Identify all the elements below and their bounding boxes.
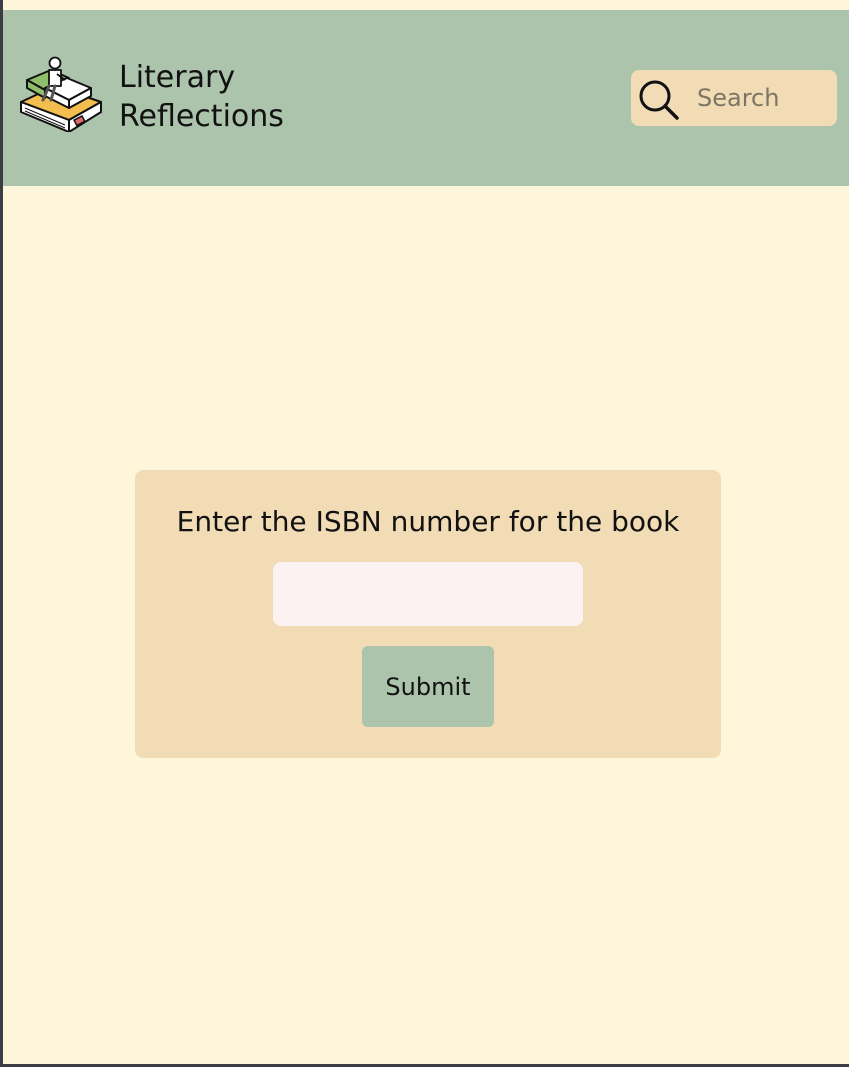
isbn-form-card: Enter the ISBN number for the book Submi… <box>135 470 721 758</box>
site-title[interactable]: Literary Reflections <box>119 58 284 136</box>
site-title-line-2: Reflections <box>119 99 284 134</box>
search-input[interactable] <box>693 78 837 118</box>
site-header: Literary Reflections <box>3 10 849 186</box>
reader-on-books-icon[interactable] <box>17 56 103 132</box>
site-title-line-1: Literary <box>119 60 236 95</box>
isbn-prompt: Enter the ISBN number for the book <box>176 505 680 538</box>
isbn-input[interactable] <box>273 562 583 626</box>
search-icon[interactable] <box>637 77 681 121</box>
search-box[interactable] <box>631 70 837 126</box>
page: Literary Reflections Enter the ISBN numb… <box>3 0 849 1064</box>
submit-button[interactable]: Submit <box>362 646 494 727</box>
